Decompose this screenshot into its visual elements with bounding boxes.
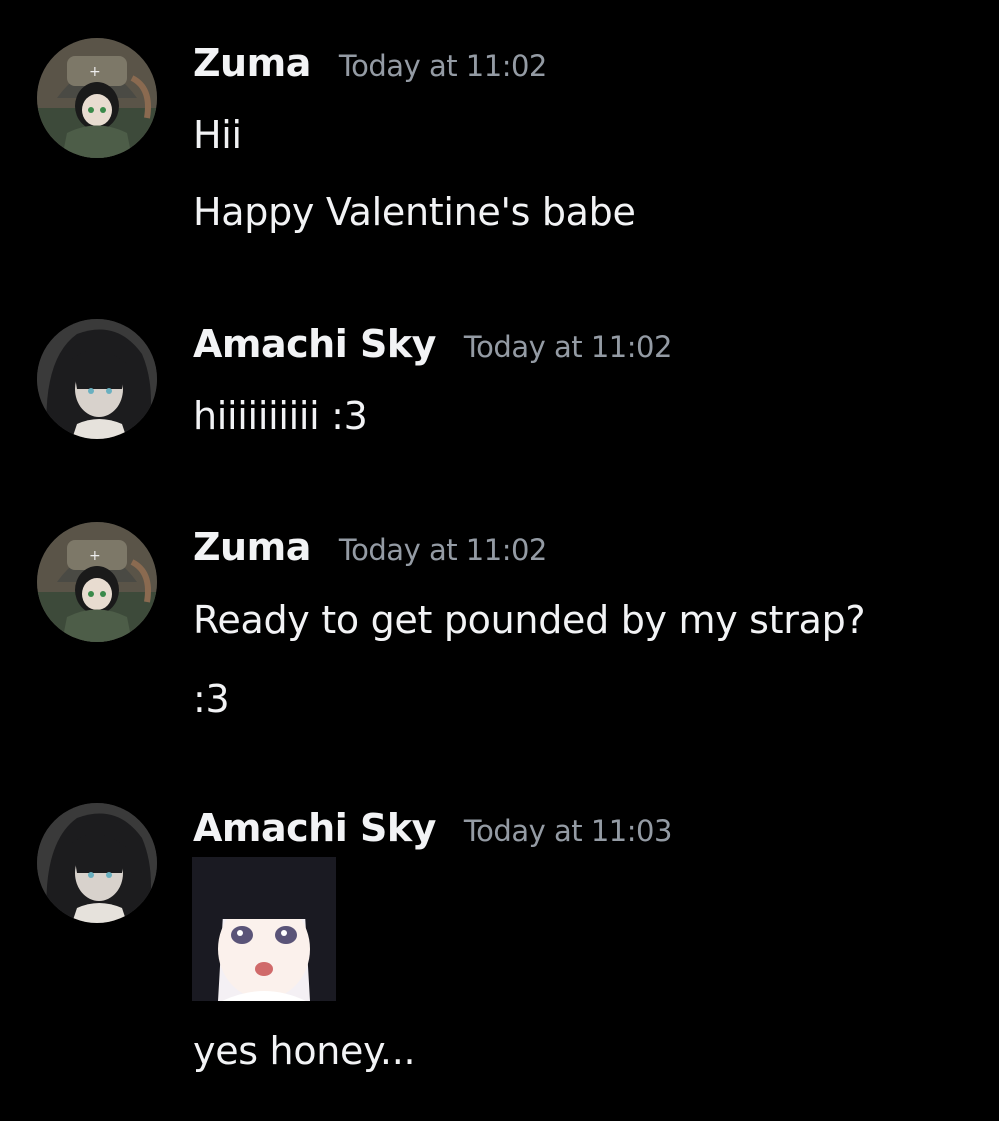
username[interactable]: Amachi Sky [193, 321, 436, 367]
message-text: Ready to get pounded by my strap? [193, 598, 866, 642]
message-text: Hii [193, 113, 242, 157]
svg-text:+: + [89, 548, 101, 564]
message-header: Amachi Sky Today at 11:02 [193, 321, 672, 370]
message-text: yes honey... [193, 1029, 416, 1073]
zuma-avatar[interactable]: + [37, 522, 157, 642]
amachi-avatar[interactable] [37, 803, 157, 923]
timestamp: Today at 11:02 [338, 49, 548, 83]
amachi-avatar[interactable] [37, 319, 157, 439]
zuma-avatar[interactable]: + [37, 38, 157, 158]
timestamp: Today at 11:02 [338, 533, 548, 567]
timestamp: Today at 11:03 [463, 814, 673, 848]
timestamp: Today at 11:02 [463, 330, 673, 364]
message-header: Amachi Sky Today at 11:03 [193, 805, 672, 854]
username[interactable]: Zuma [193, 524, 311, 570]
message-header: Zuma Today at 11:02 [193, 524, 547, 573]
message-text: hiiiiiiiiii :3 [193, 394, 368, 438]
message-text: Happy Valentine's babe [193, 190, 636, 234]
svg-text:+: + [89, 64, 101, 80]
username[interactable]: Amachi Sky [193, 805, 436, 851]
anime-girl-sticker[interactable] [192, 857, 336, 1001]
username[interactable]: Zuma [193, 40, 311, 86]
message-header: Zuma Today at 11:02 [193, 40, 547, 89]
message-text: :3 [193, 677, 230, 721]
